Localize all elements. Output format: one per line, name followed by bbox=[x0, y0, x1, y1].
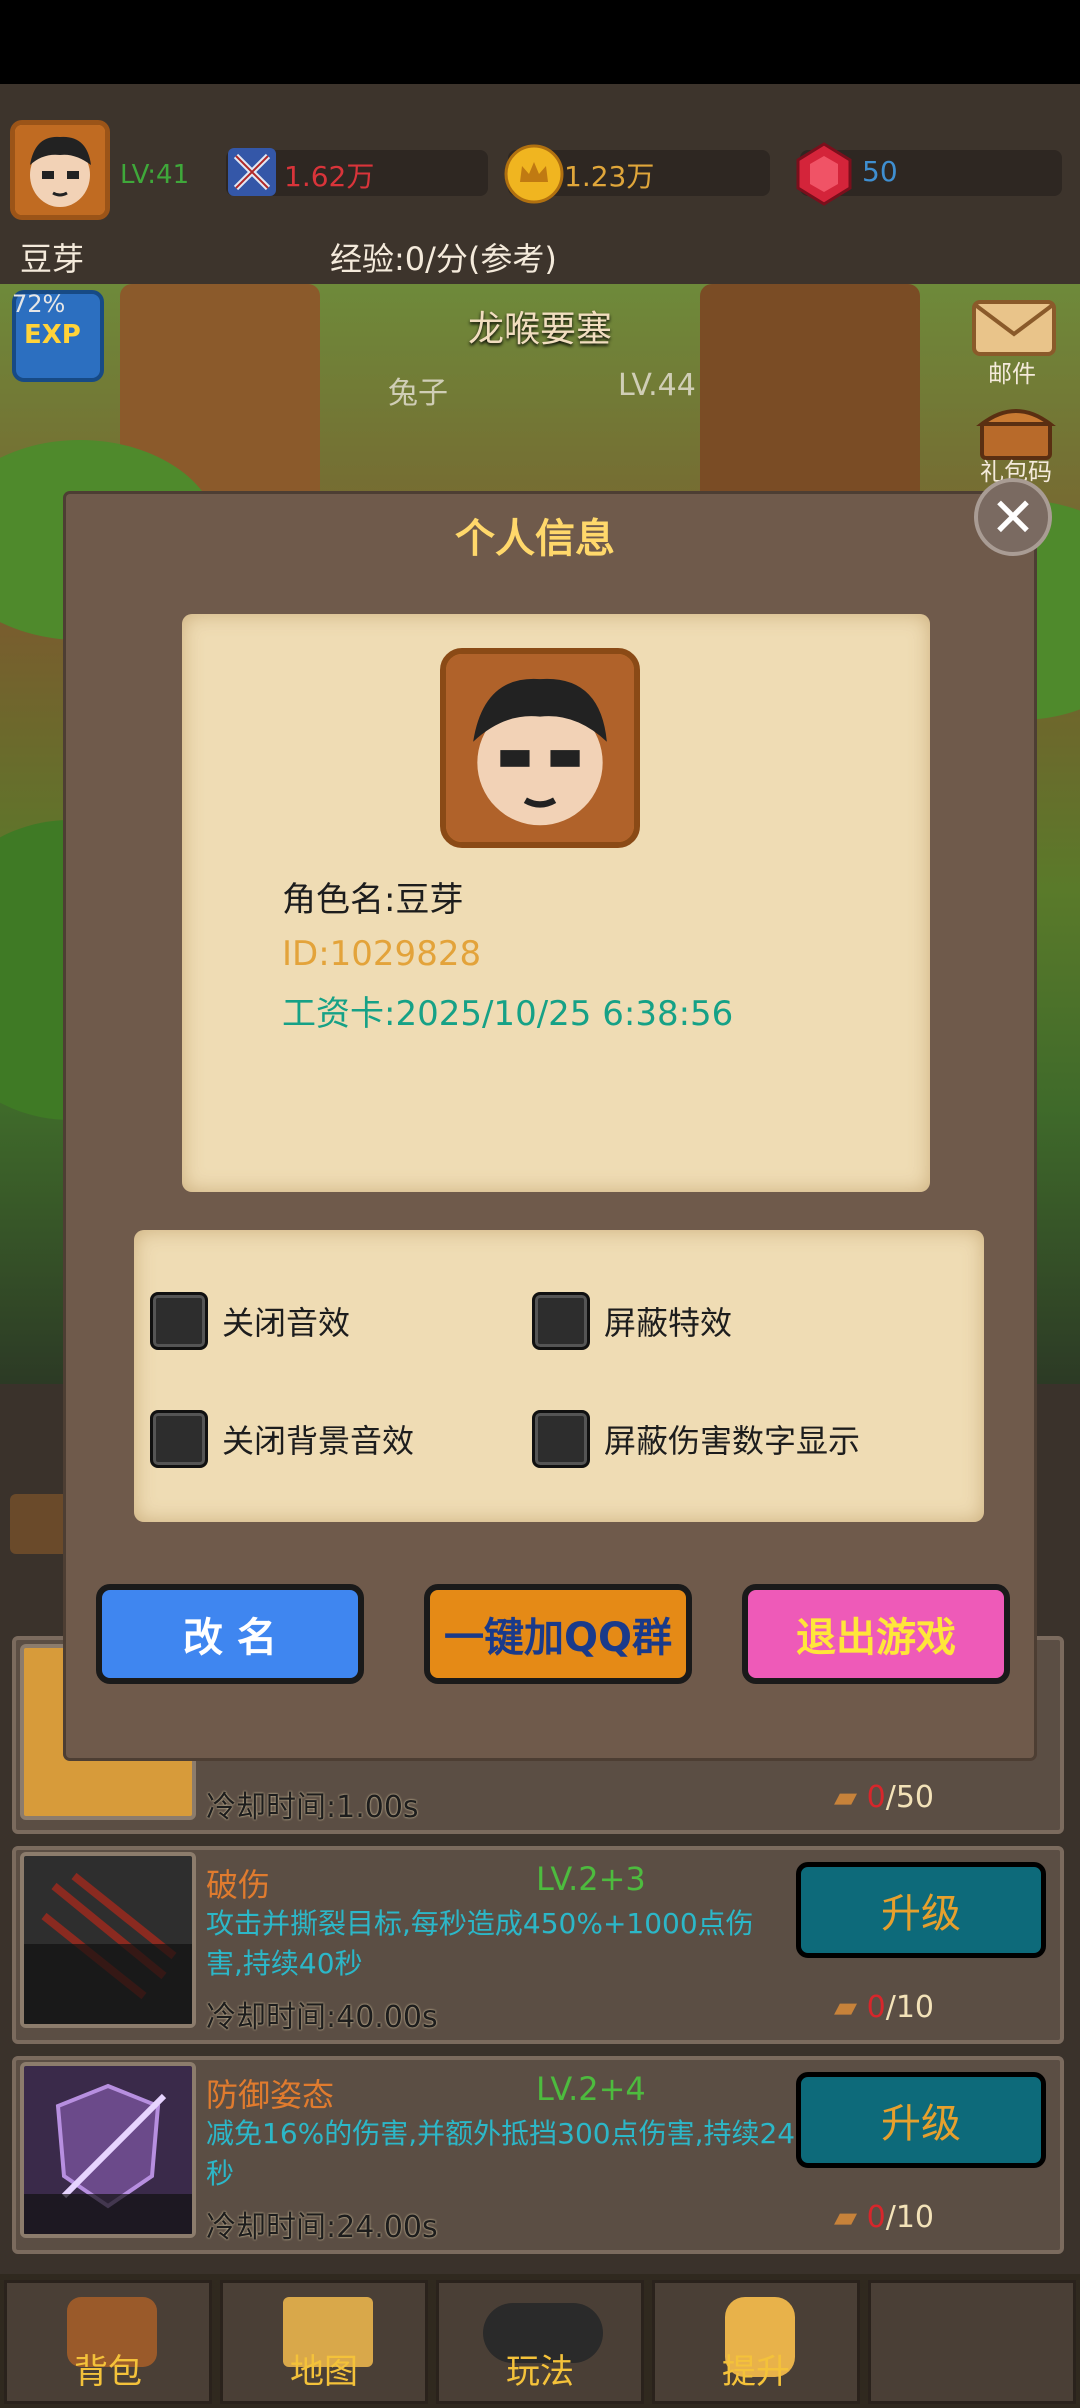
nav-upgrade[interactable]: 提升 bbox=[652, 2280, 860, 2404]
skill-description: 减免16%的伤害,并额外抵挡300点伤害,持续24秒 bbox=[206, 2117, 796, 2190]
setting-hide-effects[interactable]: 屏蔽特效 bbox=[532, 1292, 732, 1350]
book-icon: ▰ bbox=[834, 1780, 858, 1815]
gem-value: 50 bbox=[862, 155, 898, 188]
player-id: ID:1029828 bbox=[282, 934, 482, 974]
rename-button[interactable]: 改 名 bbox=[96, 1584, 364, 1684]
skill-rend-icon bbox=[20, 1852, 196, 2028]
skill-level: LV.2+4 bbox=[536, 2070, 646, 2108]
checkbox[interactable] bbox=[150, 1292, 208, 1350]
enemy-level: LV.44 bbox=[618, 368, 696, 403]
ruby-gem-icon bbox=[794, 142, 854, 206]
expand-arrow-icon[interactable] bbox=[10, 1494, 70, 1554]
exp-rate: 经验:0/分(参考) bbox=[330, 240, 557, 278]
player-avatar[interactable] bbox=[10, 120, 110, 220]
nav-map[interactable]: 地图 bbox=[220, 2280, 428, 2404]
skill-cooldown: 冷却时间:40.00s bbox=[206, 2000, 438, 2035]
skill-book-count: ▰ 0/50 bbox=[834, 1780, 934, 1815]
setting-label: 关闭音效 bbox=[222, 1304, 351, 1342]
setting-label: 关闭背景音效 bbox=[222, 1422, 415, 1460]
gold-value: 1.23万 bbox=[564, 160, 655, 193]
nav-empty-slot bbox=[868, 2280, 1076, 2404]
nav-label: 玩法 bbox=[506, 2352, 574, 2392]
nav-label: 地图 bbox=[290, 2352, 358, 2392]
power-value: 1.62万 bbox=[284, 160, 375, 193]
crossed-swords-icon bbox=[228, 148, 276, 196]
envelope-icon bbox=[972, 300, 1056, 356]
modal-title: 个人信息 bbox=[455, 516, 615, 562]
books-need: /50 bbox=[885, 1780, 934, 1815]
nav-label: 提升 bbox=[722, 2352, 790, 2392]
skill-cooldown: 冷却时间:24.00s bbox=[206, 2210, 438, 2245]
nav-label: 背包 bbox=[74, 2352, 142, 2392]
skill-level: LV.2+3 bbox=[536, 1860, 646, 1898]
book-icon: ▰ bbox=[834, 1990, 858, 2025]
books-need: /10 bbox=[885, 1990, 934, 2025]
setting-mute-bgm[interactable]: 关闭背景音效 bbox=[150, 1410, 414, 1468]
setting-mute-sfx[interactable]: 关闭音效 bbox=[150, 1292, 350, 1350]
close-button[interactable]: ✕ bbox=[974, 478, 1052, 556]
stage-name: 龙喉要塞 bbox=[467, 309, 612, 350]
character-face-icon bbox=[15, 125, 105, 215]
character-face-icon bbox=[446, 654, 634, 842]
skill-book-count: ▰ 0/10 bbox=[834, 1990, 934, 2025]
books-have: 0 bbox=[866, 2200, 886, 2235]
upgrade-button[interactable]: 升级 bbox=[796, 2072, 1046, 2168]
profile-avatar[interactable] bbox=[440, 648, 640, 848]
player-name: 豆芽 bbox=[20, 240, 85, 278]
books-have: 0 bbox=[866, 1780, 886, 1815]
quit-game-button[interactable]: 退出游戏 bbox=[742, 1584, 1010, 1684]
salary-card: 工资卡:2025/10/25 6:38:56 bbox=[282, 994, 734, 1034]
nav-gameplay[interactable]: 玩法 bbox=[436, 2280, 644, 2404]
skill-name: 破伤 bbox=[206, 1866, 271, 1904]
checkbox[interactable] bbox=[532, 1292, 590, 1350]
mail-label: 邮件 bbox=[988, 360, 1036, 388]
join-qq-button[interactable]: 一键加QQ群 bbox=[424, 1584, 692, 1684]
books-need: /10 bbox=[885, 2200, 934, 2235]
book-icon: ▰ bbox=[834, 2200, 858, 2235]
skill-shield-icon bbox=[20, 2062, 196, 2238]
skill-name: 防御姿态 bbox=[206, 2076, 335, 2114]
player-level: LV:41 bbox=[120, 160, 190, 190]
setting-label: 屏蔽特效 bbox=[604, 1304, 733, 1342]
close-icon: ✕ bbox=[990, 485, 1036, 549]
role-name: 角色名:豆芽 bbox=[282, 880, 464, 920]
nav-backpack[interactable]: 背包 bbox=[4, 2280, 212, 2404]
setting-label: 屏蔽伤害数字显示 bbox=[604, 1422, 861, 1460]
settings-card bbox=[134, 1230, 984, 1522]
skill-description: 攻击并撕裂目标,每秒造成450%+1000点伤害,持续40秒 bbox=[206, 1907, 754, 1980]
enemy-name: 兔子 bbox=[388, 376, 448, 411]
skill-cooldown: 冷却时间:1.00s bbox=[206, 1790, 419, 1825]
checkbox[interactable] bbox=[150, 1410, 208, 1468]
upgrade-button[interactable]: 升级 bbox=[796, 1862, 1046, 1958]
checkbox[interactable] bbox=[532, 1410, 590, 1468]
books-have: 0 bbox=[866, 1990, 886, 2025]
skill-book-count: ▰ 0/10 bbox=[834, 2200, 934, 2235]
setting-hide-damage-numbers[interactable]: 屏蔽伤害数字显示 bbox=[532, 1410, 860, 1468]
crown-coin-icon bbox=[504, 144, 564, 204]
